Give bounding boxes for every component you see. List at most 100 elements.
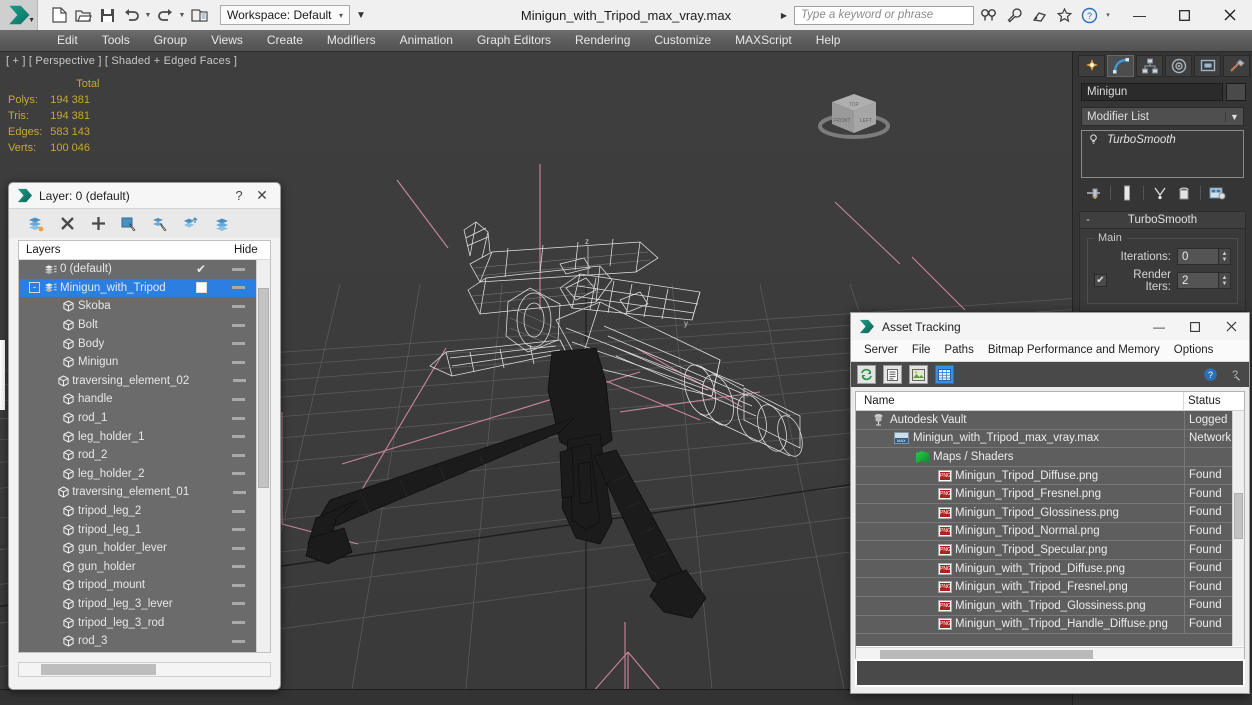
utilities-tab[interactable] xyxy=(1223,55,1250,77)
layer-row[interactable]: Minigun xyxy=(19,353,256,372)
menu-item-group[interactable]: Group xyxy=(142,30,199,51)
object-name-field[interactable]: Minigun xyxy=(1081,83,1223,101)
layer-row[interactable]: gun_holder xyxy=(19,558,256,577)
favorites-star-icon[interactable] xyxy=(1054,5,1074,25)
asset-row[interactable]: Minigun_Tripod_Specular.png Found xyxy=(856,540,1232,560)
hide-toggle[interactable] xyxy=(220,342,256,346)
layer-row[interactable]: leg_holder_2 xyxy=(19,465,256,484)
layer-row[interactable]: Body xyxy=(19,334,256,353)
layer-row[interactable]: rod_1 xyxy=(19,409,256,428)
highlight-selected-objects-layers-icon[interactable] xyxy=(182,215,200,233)
hide-toggle[interactable] xyxy=(220,583,256,587)
help-dropdown-icon[interactable]: ▾ xyxy=(1104,11,1112,19)
hide-unhide-layer-icon[interactable] xyxy=(213,215,231,233)
create-new-layer-icon[interactable] xyxy=(27,215,45,233)
hide-toggle[interactable] xyxy=(224,379,256,383)
pin-stack-icon[interactable] xyxy=(1083,184,1105,202)
show-end-result-icon[interactable] xyxy=(1116,184,1138,202)
help-icon[interactable]: ? xyxy=(228,188,250,203)
new-file-icon[interactable] xyxy=(48,4,70,26)
view-cube[interactable]: TOP FRONT LEFT xyxy=(808,80,900,150)
select-objects-in-layer-icon[interactable] xyxy=(120,215,138,233)
layer-row[interactable]: traversing_element_01 xyxy=(19,483,256,502)
menu-item-views[interactable]: Views xyxy=(199,30,255,51)
layer-row[interactable]: leg_holder_3 xyxy=(19,650,256,652)
hide-toggle[interactable] xyxy=(220,435,256,439)
scrollbar-thumb[interactable] xyxy=(258,288,269,488)
hide-toggle[interactable] xyxy=(220,453,256,457)
hide-column-header[interactable]: Hide xyxy=(232,244,270,256)
scrollbar-thumb[interactable] xyxy=(1234,493,1243,539)
asset-row[interactable]: Minigun_with_Tripod_Diffuse.png Found xyxy=(856,559,1232,579)
hide-toggle[interactable] xyxy=(220,639,256,643)
asset-tracking-dialog[interactable]: Asset Tracking — Server File Paths Bitma… xyxy=(850,312,1250,694)
asset-row[interactable]: Minigun_with_Tripod_Handle_Diffuse.png Fo… xyxy=(856,615,1232,635)
thumbnail-view-icon[interactable] xyxy=(909,365,928,384)
asset-row[interactable]: Minigun_Tripod_Fresnel.png Found xyxy=(856,484,1232,504)
delete-layer-icon[interactable] xyxy=(58,215,76,233)
hide-toggle[interactable] xyxy=(220,621,256,625)
layer-row[interactable]: tripod_leg_2 xyxy=(19,502,256,521)
hide-toggle[interactable] xyxy=(220,472,256,476)
layer-row[interactable]: tripod_leg_3_rod xyxy=(19,613,256,632)
hide-toggle[interactable] xyxy=(220,509,256,513)
satellite-icon[interactable] xyxy=(1029,5,1049,25)
iterations-spin-arrows[interactable]: ▲ ▼ xyxy=(1219,248,1231,265)
display-tab[interactable] xyxy=(1194,55,1221,77)
menu-item-customize[interactable]: Customize xyxy=(642,30,723,51)
hide-toggle[interactable] xyxy=(220,528,256,532)
expand-search-icon[interactable]: ▶ xyxy=(781,11,787,20)
render-iters-value[interactable]: 2 xyxy=(1177,272,1219,289)
hide-toggle[interactable] xyxy=(220,304,256,308)
asset-row[interactable]: Minigun_Tripod_Normal.png Found xyxy=(856,522,1232,542)
menu-item-edit[interactable]: Edit xyxy=(45,30,90,51)
hide-toggle[interactable] xyxy=(220,416,256,420)
scrollbar-thumb[interactable] xyxy=(41,664,156,675)
layer-list[interactable]: 0 (default) ✔ - Minigun_with_Tripod Skoba Bol… xyxy=(19,260,256,652)
modify-tab[interactable] xyxy=(1107,55,1134,77)
hide-toggle[interactable] xyxy=(220,565,256,569)
open-file-icon[interactable] xyxy=(72,4,94,26)
collapse-icon[interactable]: - xyxy=(1080,214,1096,226)
layer-row[interactable]: rod_3 xyxy=(19,632,256,651)
asset-grid-vertical-scrollbar[interactable] xyxy=(1232,411,1244,646)
asset-row[interactable]: Minigun_Tripod_Glossiness.png Found xyxy=(856,503,1232,523)
maximize-button[interactable] xyxy=(1162,0,1207,30)
search-input[interactable]: Type a keyword or phrase xyxy=(794,5,974,25)
menu-item-rendering[interactable]: Rendering xyxy=(563,30,642,51)
layer-row[interactable]: traversing_element_02 xyxy=(19,372,256,391)
layer-row[interactable]: 0 (default) ✔ xyxy=(19,260,256,279)
asset-grid-rows[interactable]: Autodesk VaultLoggedMinigun_with_Tripod_… xyxy=(856,411,1232,646)
undo-icon[interactable] xyxy=(120,4,142,26)
undo-dropdown-icon[interactable]: ▼ xyxy=(144,12,152,19)
close-icon[interactable]: ✕ xyxy=(250,187,274,204)
hide-toggle[interactable] xyxy=(220,360,256,364)
layer-row[interactable]: tripod_leg_1 xyxy=(19,520,256,539)
render-iters-spin-arrows[interactable]: ▲ ▼ xyxy=(1219,272,1231,289)
redo-icon[interactable] xyxy=(154,4,176,26)
menu-item-file[interactable]: File xyxy=(905,340,938,361)
minimize-button[interactable]: — xyxy=(1141,313,1177,340)
minimize-button[interactable]: — xyxy=(1117,0,1162,30)
hide-toggle[interactable] xyxy=(220,602,256,606)
hide-toggle[interactable] xyxy=(220,323,256,327)
hide-toggle[interactable] xyxy=(220,267,256,271)
layer-row[interactable]: leg_holder_1 xyxy=(19,427,256,446)
workspace-selector[interactable]: Workspace: Default ▾ xyxy=(220,5,350,25)
hide-toggle[interactable] xyxy=(220,286,256,290)
menu-item-create[interactable]: Create xyxy=(255,30,315,51)
wrench-icon[interactable] xyxy=(1004,5,1024,25)
menu-item-help[interactable]: Help xyxy=(804,30,853,51)
render-iters-stepper[interactable]: 2 ▲ ▼ xyxy=(1177,272,1231,289)
iterations-stepper[interactable]: 0 ▲ ▼ xyxy=(1177,248,1231,265)
menu-item-bitmap-performance-and-memory[interactable]: Bitmap Performance and Memory xyxy=(981,340,1167,361)
redo-dropdown-icon[interactable]: ▼ xyxy=(178,12,186,19)
layer-row[interactable]: - Minigun_with_Tripod xyxy=(19,278,256,298)
menu-item-options[interactable]: Options xyxy=(1167,340,1221,361)
layer-row[interactable]: tripod_leg_3_lever xyxy=(19,595,256,614)
menu-item-animation[interactable]: Animation xyxy=(388,30,465,51)
menu-item-paths[interactable]: Paths xyxy=(937,340,980,361)
save-file-icon[interactable] xyxy=(96,4,118,26)
menu-item-modifiers[interactable]: Modifiers xyxy=(315,30,388,51)
asset-row[interactable]: Minigun_with_Tripod_Fresnel.png Found xyxy=(856,577,1232,597)
